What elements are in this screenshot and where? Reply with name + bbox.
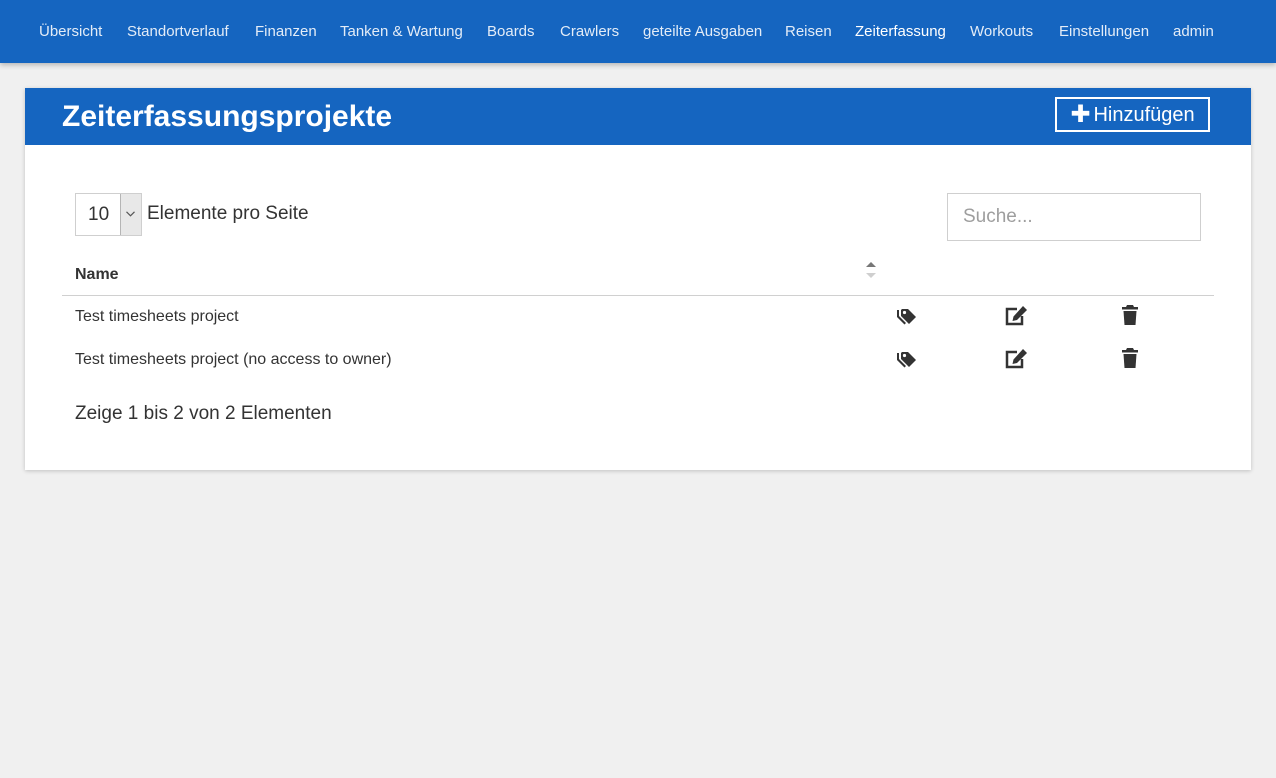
edit-icon[interactable] xyxy=(1004,305,1028,332)
page-size-value: 10 xyxy=(88,204,110,225)
tags-icon[interactable] xyxy=(896,307,918,332)
sort-icon[interactable] xyxy=(865,260,877,285)
row-name: Test timesheets project (no access to ow… xyxy=(75,351,392,368)
nav-item-boards[interactable]: Boards xyxy=(487,22,535,42)
tags-icon[interactable] xyxy=(896,350,918,375)
nav-item-uebersicht[interactable]: Übersicht xyxy=(39,22,102,42)
page-title: Zeiterfassungsprojekte xyxy=(62,100,393,133)
trash-icon[interactable] xyxy=(1121,347,1139,374)
nav-item-standortverlauf[interactable]: Standortverlauf xyxy=(127,22,229,42)
nav-item-workouts[interactable]: Workouts xyxy=(970,22,1033,42)
nav-item-finanzen[interactable]: Finanzen xyxy=(255,22,317,42)
search-input[interactable] xyxy=(947,193,1201,241)
pagination-summary: Zeige 1 bis 2 von 2 Elementen xyxy=(75,403,332,424)
top-navbar: Übersicht Standortverlauf Finanzen Tanke… xyxy=(0,0,1276,63)
card-header: Zeiterfassungsprojekte ✚ Hinzufügen xyxy=(25,88,1251,145)
table-row: Test timesheets project xyxy=(25,296,1251,339)
row-name: Test timesheets project xyxy=(75,308,239,325)
chevron-down-icon[interactable] xyxy=(120,194,141,235)
table-row: Test timesheets project (no access to ow… xyxy=(25,339,1251,382)
projects-card: Zeiterfassungsprojekte ✚ Hinzufügen 10 El… xyxy=(25,88,1251,470)
nav-item-geteilte-ausgaben[interactable]: geteilte Ausgaben xyxy=(643,22,762,42)
nav-item-admin[interactable]: admin xyxy=(1173,22,1214,42)
nav-item-reisen[interactable]: Reisen xyxy=(785,22,832,42)
add-button-label: Hinzufügen xyxy=(1093,104,1195,126)
page-size-select[interactable]: 10 xyxy=(75,193,142,236)
nav-item-tanken-wartung[interactable]: Tanken & Wartung xyxy=(340,22,463,42)
nav-item-einstellungen[interactable]: Einstellungen xyxy=(1059,22,1149,42)
plus-icon: ✚ xyxy=(1070,101,1091,128)
nav-item-zeiterfassung[interactable]: Zeiterfassung xyxy=(855,22,946,42)
nav-item-crawlers[interactable]: Crawlers xyxy=(560,22,619,42)
edit-icon[interactable] xyxy=(1004,348,1028,375)
page-size-label: Elemente pro Seite xyxy=(147,203,309,224)
add-button[interactable]: ✚ Hinzufügen xyxy=(1055,97,1210,132)
column-header-name[interactable]: Name xyxy=(75,265,119,285)
trash-icon[interactable] xyxy=(1121,304,1139,331)
